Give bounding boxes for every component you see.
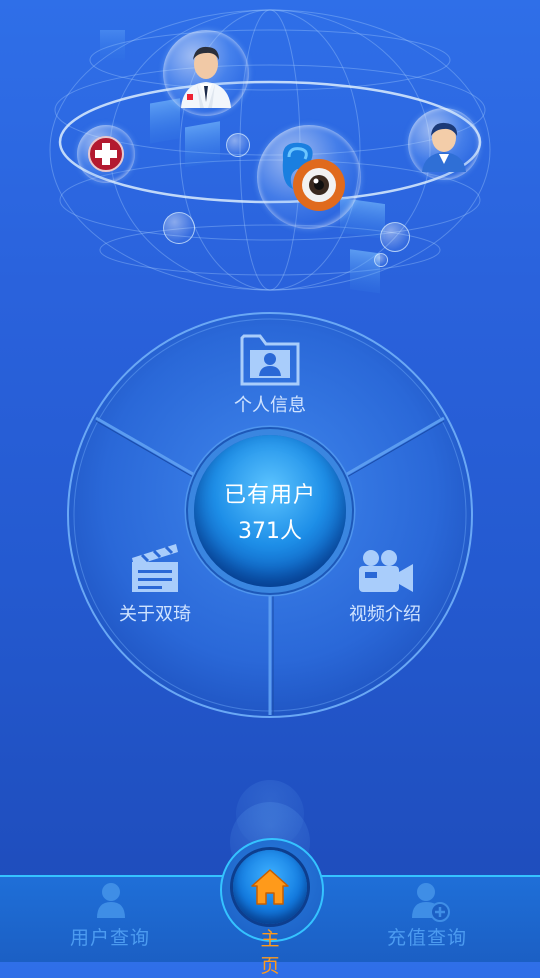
user-icon [97,883,125,918]
personal-info-button[interactable]: 个人信息 [200,325,340,420]
personal-info-label: 个人信息 [234,395,306,416]
user-count-title: 已有用户 [223,483,316,508]
about-label: 关于双琦 [119,604,191,625]
medical-bubble [77,125,135,183]
video-intro-label: 视频介绍 [349,604,421,625]
nav-recharge-query[interactable]: 充值查询 [352,880,502,960]
camera-eye-icon [282,142,345,211]
nav-home-button[interactable] [233,850,307,924]
about-button[interactable]: 关于双琦 [100,540,210,630]
video-camera-icon [359,550,413,592]
nav-user-query-label: 用户查询 [69,927,150,949]
nav-user-query[interactable]: 用户查询 [35,880,185,960]
user-add-icon [412,883,450,922]
decorative-bubble [380,222,410,252]
home-icon [251,869,289,905]
medical-cross-icon [88,136,124,172]
doctor-icon [181,46,231,108]
user-avatar-icon [422,122,466,172]
user-bubble [408,108,480,180]
user-count-button[interactable]: 已有用户 371人 [194,435,346,587]
clapperboard-icon [132,544,178,592]
nav-recharge-query-label: 充值查询 [386,927,467,949]
doctor-bubble [163,30,249,116]
decorative-bubble [163,212,195,244]
nav-home-label: 主 页 [260,928,294,977]
decorative-bubble [374,253,388,267]
user-count-value: 371人 [238,519,302,544]
folder-user-icon [240,334,300,386]
decorative-bubble [226,133,250,157]
camera-bubble [257,125,361,229]
video-intro-button[interactable]: 视频介绍 [335,540,435,630]
